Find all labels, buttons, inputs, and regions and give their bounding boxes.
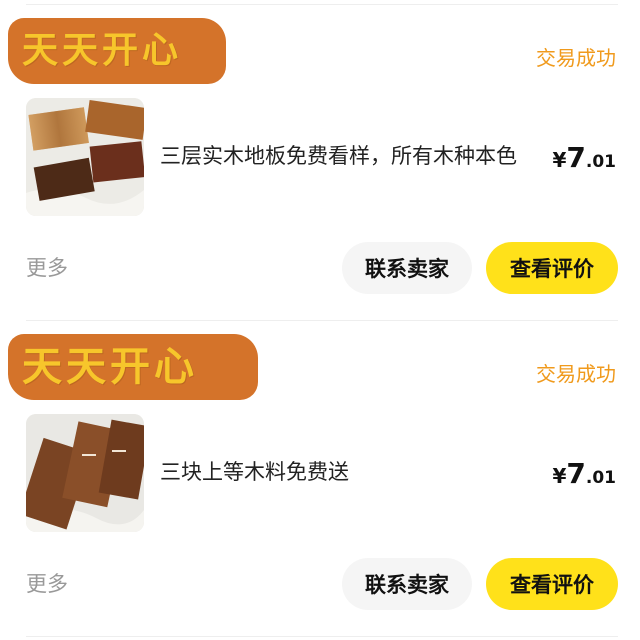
contact-seller-button[interactable]: 联系卖家	[342, 558, 472, 610]
product-thumbnail[interactable]	[26, 414, 144, 532]
price-integer: 7	[566, 457, 586, 490]
order-divider	[26, 320, 618, 321]
product-title[interactable]: 三层实木地板免费看样，所有木种本色	[160, 146, 517, 167]
top-divider	[26, 4, 618, 5]
more-button[interactable]: 更多	[26, 574, 68, 595]
order-status: 交易成功	[536, 46, 616, 70]
price-decimal: .01	[585, 468, 616, 488]
shop-name: 天天开心	[22, 344, 198, 390]
view-review-button[interactable]: 查看评价	[486, 242, 618, 294]
wood-boards-photo-icon	[26, 414, 144, 532]
price-currency: ¥	[552, 464, 567, 488]
shop-name: 天天开心	[22, 30, 183, 71]
contact-seller-button[interactable]: 联系卖家	[342, 242, 472, 294]
product-price: ¥7.01	[552, 144, 616, 172]
order-status: 交易成功	[536, 362, 616, 386]
shop-name-badge[interactable]: 天天开心	[8, 18, 226, 84]
price-currency: ¥	[552, 148, 567, 172]
more-button[interactable]: 更多	[26, 258, 68, 279]
product-thumbnail[interactable]	[26, 98, 144, 216]
bottom-divider	[26, 636, 618, 637]
view-review-button[interactable]: 查看评价	[486, 558, 618, 610]
product-title[interactable]: 三块上等木料免费送	[160, 462, 349, 483]
price-integer: 7	[566, 141, 586, 174]
shop-name-badge[interactable]: 天天开心	[8, 334, 258, 400]
price-decimal: .01	[585, 152, 616, 172]
order-list-page: 天天开心 交易成功 三层实木地板免费看样，所有木种本色 ¥7.01 更多 联系卖…	[0, 0, 640, 640]
product-price: ¥7.01	[552, 460, 616, 488]
wood-floor-samples-photo-icon	[26, 98, 144, 216]
